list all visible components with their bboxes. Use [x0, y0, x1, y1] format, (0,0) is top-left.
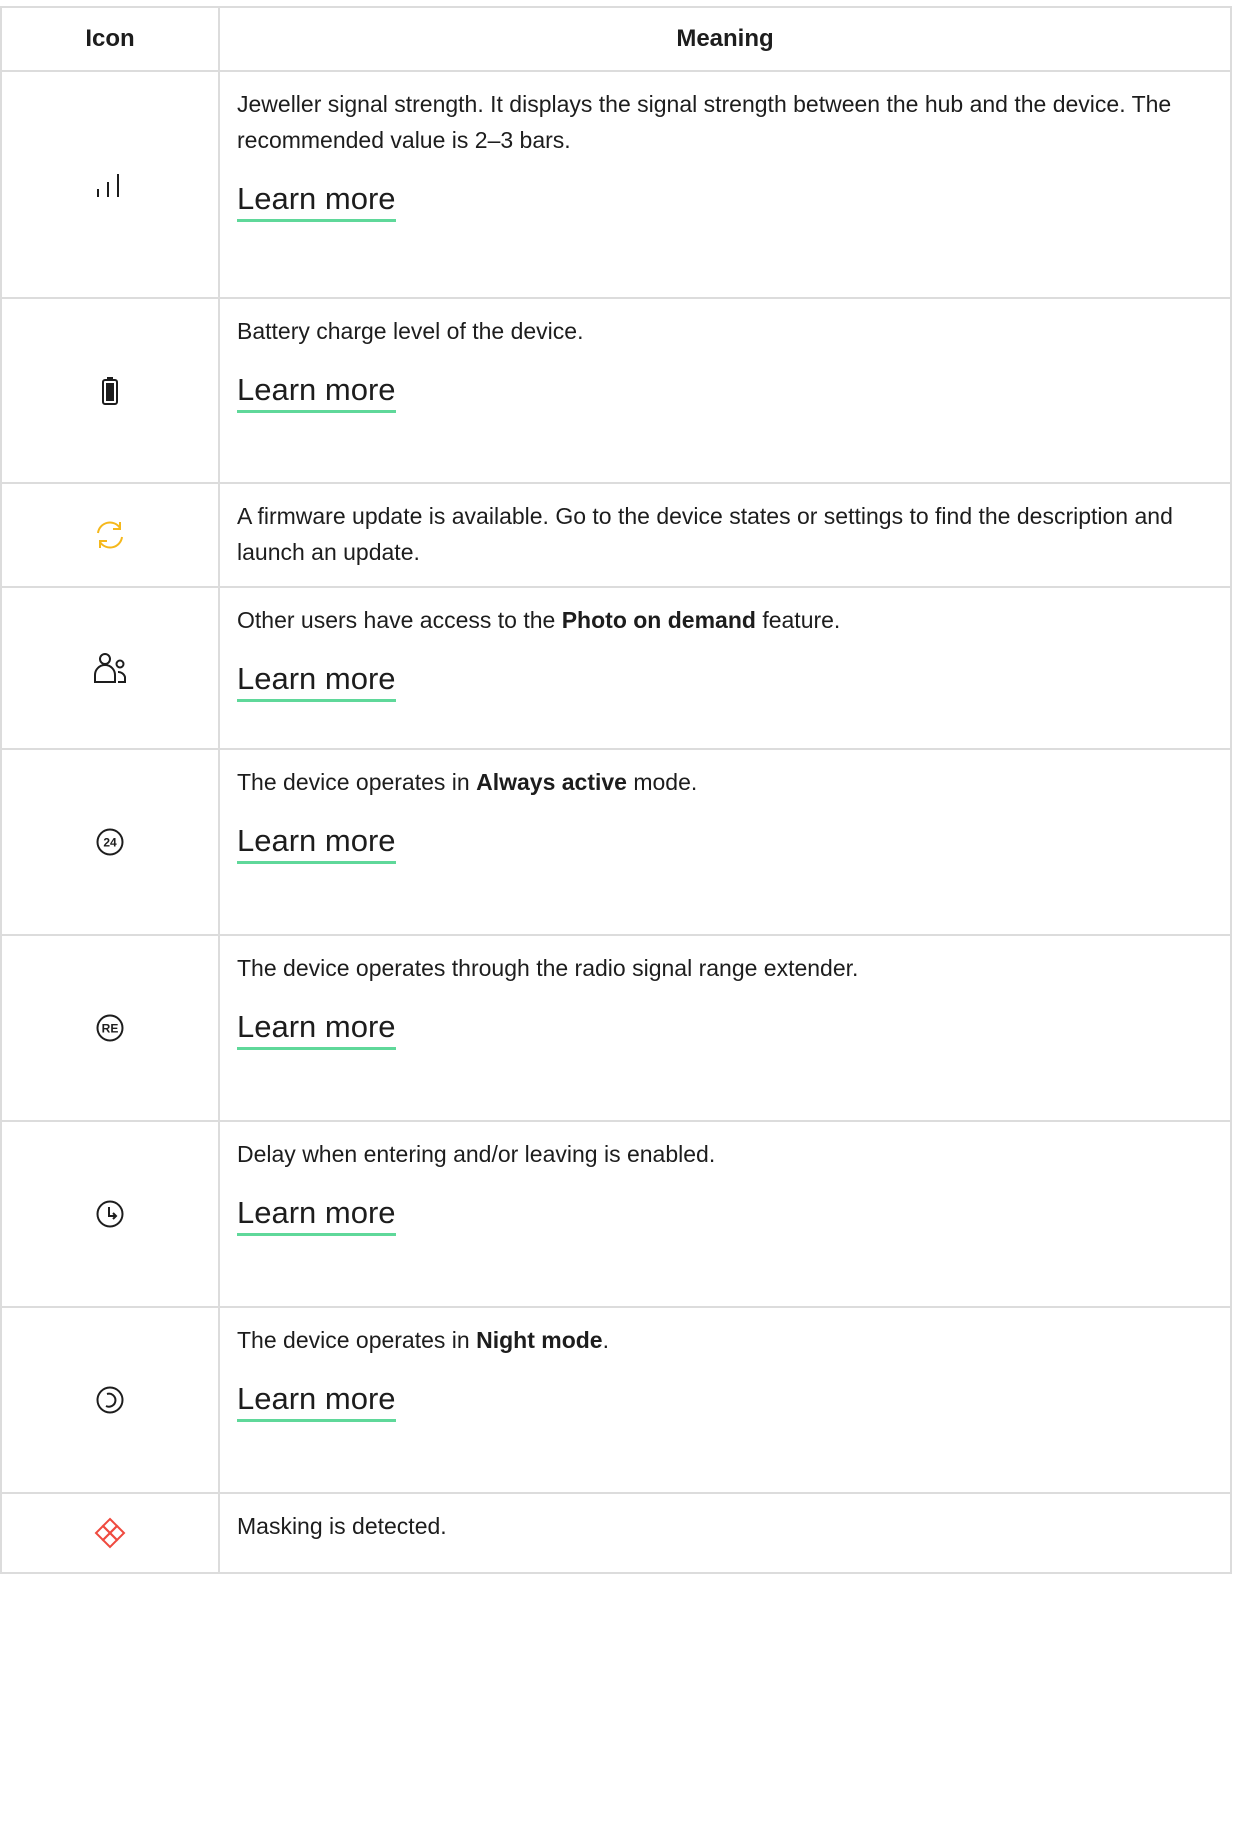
- desc-bold: Always active: [476, 769, 627, 795]
- row-description: Delay when entering and/or leaving is en…: [237, 1141, 716, 1167]
- row-description: The device operates in Night mode.: [237, 1322, 1204, 1358]
- desc-text: .: [602, 1327, 609, 1353]
- desc-text: The device operates in: [237, 769, 477, 795]
- delay-clock-icon: [95, 1199, 125, 1229]
- learn-more-link[interactable]: Learn more: [237, 1193, 396, 1236]
- header-icon: Icon: [0, 6, 220, 72]
- learn-more-link[interactable]: Learn more: [237, 370, 396, 413]
- meaning-cell: Other users have access to the Photo on …: [218, 586, 1232, 750]
- desc-text: feature.: [755, 607, 841, 633]
- desc-bold: Photo on demand: [561, 607, 756, 633]
- meaning-cell: Masking is detected.: [218, 1492, 1232, 1574]
- learn-more-link[interactable]: Learn more: [237, 821, 396, 864]
- meaning-cell: The device operates in Always active mod…: [218, 748, 1232, 936]
- row-description: The device operates in Always active mod…: [237, 764, 1204, 800]
- table-row: Battery charge level of the device. Lear…: [0, 297, 1232, 484]
- signal-strength-icon: [95, 172, 125, 198]
- icon-label: RE: [102, 1022, 119, 1036]
- desc-bold: Night mode: [476, 1327, 603, 1353]
- night-mode-icon: [95, 1385, 125, 1415]
- meaning-cell: Delay when entering and/or leaving is en…: [218, 1120, 1232, 1308]
- row-description: Masking is detected.: [237, 1513, 447, 1539]
- icon-cell: [0, 482, 220, 588]
- masking-detected-icon: [93, 1516, 127, 1550]
- desc-text: mode.: [626, 769, 698, 795]
- meaning-cell: A firmware update is available. Go to th…: [218, 482, 1232, 588]
- icon-label: 24: [103, 836, 117, 850]
- icon-meaning-table: Icon Meaning Jeweller signal strength. I…: [0, 6, 1232, 1574]
- desc-text: The device operates in: [237, 1327, 477, 1353]
- users-icon: [92, 651, 128, 685]
- learn-more-link[interactable]: Learn more: [237, 1007, 396, 1050]
- table-row: RE The device operates through the radio…: [0, 934, 1232, 1122]
- learn-more-link[interactable]: Learn more: [237, 1379, 396, 1422]
- table-row: Masking is detected.: [0, 1492, 1232, 1574]
- icon-cell: [0, 1306, 220, 1494]
- row-description: The device operates through the radio si…: [237, 955, 859, 981]
- icon-cell: [0, 586, 220, 750]
- row-description: Battery charge level of the device.: [237, 318, 584, 344]
- always-active-24-icon: 24: [95, 827, 125, 857]
- meaning-cell: Jeweller signal strength. It displays th…: [218, 70, 1232, 299]
- table-row: A firmware update is available. Go to th…: [0, 482, 1232, 588]
- icon-cell: [0, 1492, 220, 1574]
- icon-cell: RE: [0, 934, 220, 1122]
- table-row: Delay when entering and/or leaving is en…: [0, 1120, 1232, 1308]
- table-row: 24 The device operates in Always active …: [0, 748, 1232, 936]
- table-row: Other users have access to the Photo on …: [0, 586, 1232, 750]
- battery-icon: [101, 376, 119, 406]
- table-row: Jeweller signal strength. It displays th…: [0, 70, 1232, 299]
- row-description: Other users have access to the Photo on …: [237, 602, 1204, 638]
- meaning-cell: Battery charge level of the device. Lear…: [218, 297, 1232, 484]
- meaning-cell: The device operates in Night mode. Learn…: [218, 1306, 1232, 1494]
- header-meaning: Meaning: [218, 6, 1232, 72]
- meaning-cell: The device operates through the radio si…: [218, 934, 1232, 1122]
- table-row: The device operates in Night mode. Learn…: [0, 1306, 1232, 1494]
- row-description: A firmware update is available. Go to th…: [237, 503, 1173, 565]
- desc-text: Other users have access to the: [237, 607, 562, 633]
- icon-cell: [0, 1120, 220, 1308]
- firmware-update-icon: [93, 518, 127, 552]
- row-description: Jeweller signal strength. It displays th…: [237, 91, 1172, 153]
- icon-cell: [0, 70, 220, 299]
- icon-cell: [0, 297, 220, 484]
- range-extender-icon: RE: [95, 1013, 125, 1043]
- learn-more-link[interactable]: Learn more: [237, 659, 396, 702]
- table-header-row: Icon Meaning: [0, 6, 1232, 72]
- icon-cell: 24: [0, 748, 220, 936]
- learn-more-link[interactable]: Learn more: [237, 179, 396, 222]
